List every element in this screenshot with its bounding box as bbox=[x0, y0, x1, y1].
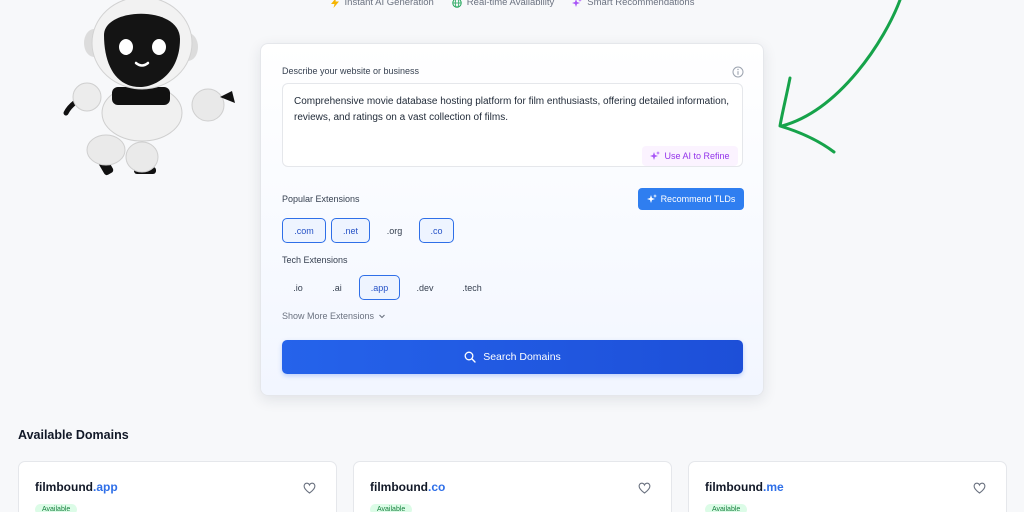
extension-chip-co[interactable]: .co bbox=[419, 218, 454, 243]
extension-chip-io[interactable]: .io bbox=[282, 275, 314, 300]
chip-label: .ai bbox=[332, 282, 342, 293]
chip-label: .io bbox=[293, 282, 303, 293]
domain-tld: .co bbox=[427, 480, 446, 494]
extension-chip-tech[interactable]: .tech bbox=[451, 275, 493, 300]
sparkle-icon bbox=[646, 194, 657, 203]
search-domains-button[interactable]: Search Domains bbox=[282, 340, 743, 374]
feature-smart: Smart Recommendations bbox=[572, 0, 694, 8]
description-text: Comprehensive movie database hosting pla… bbox=[294, 96, 730, 123]
recommend-label: Recommend TLDs bbox=[660, 194, 736, 204]
extension-chip-org[interactable]: .org bbox=[375, 218, 414, 243]
show-more-label: Show More Extensions bbox=[282, 311, 375, 321]
chevron-down-icon bbox=[379, 314, 385, 319]
chip-label: .org bbox=[386, 225, 403, 236]
domain-search-card: Describe your website or business Compre… bbox=[260, 43, 764, 396]
search-icon bbox=[464, 351, 476, 363]
chip-label: .tech bbox=[462, 282, 482, 293]
recommend-tlds-button[interactable]: Recommend TLDs bbox=[638, 188, 744, 210]
extension-chip-dev[interactable]: .dev bbox=[407, 275, 443, 300]
domain-name: filmbound.app bbox=[35, 480, 118, 494]
use-ai-refine-button[interactable]: Use AI to Refine bbox=[642, 146, 738, 166]
sparkle-icon bbox=[572, 0, 581, 7]
feature-label: Instant AI Generation bbox=[344, 0, 434, 8]
domain-base: filmbound bbox=[35, 480, 93, 494]
available-domains-title: Available Domains bbox=[18, 428, 129, 442]
description-label: Describe your website or business bbox=[282, 66, 420, 76]
info-icon[interactable] bbox=[732, 66, 744, 78]
search-label: Search Domains bbox=[483, 351, 561, 363]
domain-base: filmbound bbox=[370, 480, 428, 494]
feature-label: Real-time Availability bbox=[466, 0, 555, 8]
domain-tld: .me bbox=[762, 480, 784, 494]
availability-badge: Available bbox=[370, 504, 413, 512]
show-more-extensions-toggle[interactable]: Show More Extensions bbox=[282, 311, 386, 321]
heart-icon[interactable] bbox=[303, 482, 316, 494]
domain-base: filmbound bbox=[705, 480, 763, 494]
globe-icon bbox=[452, 0, 462, 8]
domain-name: filmbound.me bbox=[705, 480, 784, 494]
heart-icon[interactable] bbox=[973, 482, 986, 494]
chip-label: .app bbox=[370, 282, 389, 293]
lightning-icon bbox=[330, 0, 339, 8]
tech-extensions-label: Tech Extensions bbox=[282, 255, 348, 265]
extension-chip-app[interactable]: .app bbox=[359, 275, 400, 300]
chip-label: .com bbox=[294, 225, 314, 236]
extension-chip-ai[interactable]: .ai bbox=[322, 275, 352, 300]
domain-tld: .app bbox=[92, 480, 118, 494]
extension-chip-net[interactable]: .net bbox=[331, 218, 370, 243]
domain-result-card[interactable]: filmbound.me Available bbox=[688, 461, 1007, 512]
popular-extensions-label: Popular Extensions bbox=[282, 194, 360, 204]
extension-chip-com[interactable]: .com bbox=[282, 218, 326, 243]
robot-mascot-illustration bbox=[63, 0, 235, 176]
heart-icon[interactable] bbox=[638, 482, 651, 494]
feature-label: Smart Recommendations bbox=[587, 0, 695, 8]
availability-badge: Available bbox=[705, 504, 748, 512]
chip-label: .dev bbox=[416, 282, 434, 293]
pointing-arrow-illustration bbox=[778, 0, 902, 154]
domain-result-card[interactable]: filmbound.co Available bbox=[353, 461, 672, 512]
chip-label: .co bbox=[430, 225, 443, 236]
refine-label: Use AI to Refine bbox=[664, 151, 730, 161]
feature-instant-ai: Instant AI Generation bbox=[330, 0, 434, 8]
chip-label: .net bbox=[342, 225, 358, 236]
availability-badge: Available bbox=[35, 504, 78, 512]
sparkle-icon bbox=[650, 151, 661, 160]
domain-name: filmbound.co bbox=[370, 480, 445, 494]
domain-result-card[interactable]: filmbound.app Available bbox=[18, 461, 337, 512]
feature-realtime: Real-time Availability bbox=[452, 0, 554, 8]
